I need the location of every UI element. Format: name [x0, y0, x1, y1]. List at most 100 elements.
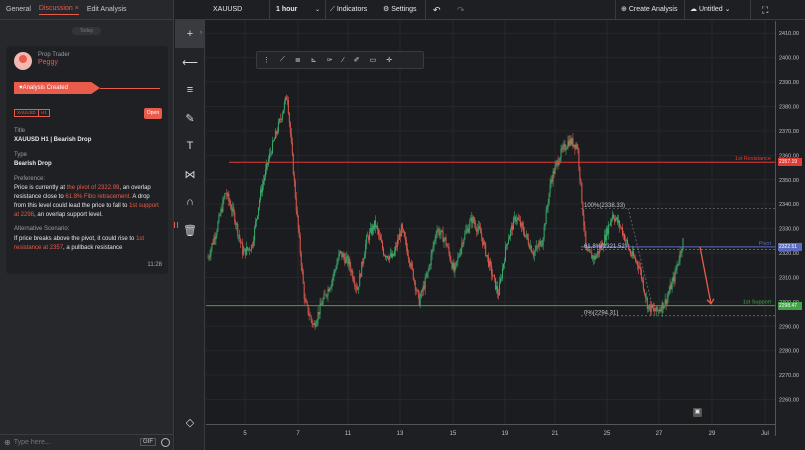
candle-body — [365, 243, 367, 254]
candle-body — [485, 243, 487, 256]
level-price-label: 2357.19 — [778, 158, 802, 167]
pattern-icon[interactable]: ⋈ — [175, 160, 205, 188]
candle-body — [318, 312, 320, 315]
marker-icon[interactable]: ✐ — [354, 56, 360, 64]
brush-icon[interactable]: ✎ — [175, 104, 205, 132]
candle-body — [406, 247, 408, 256]
line-icon[interactable]: ∕ — [343, 57, 344, 64]
candle-body — [339, 250, 341, 254]
author-name[interactable]: Peggy — [38, 59, 58, 66]
create-analysis-label: Create Analysis — [628, 6, 678, 13]
candle-body — [489, 261, 491, 267]
candle-body — [505, 244, 507, 247]
add-icon[interactable]: ⊕ — [4, 438, 11, 447]
text-icon[interactable]: T — [175, 132, 205, 160]
open-button[interactable]: Open — [144, 108, 162, 119]
trash-icon[interactable]: 🗑 — [175, 216, 205, 244]
chart-canvas[interactable]: 1st Resistance Pivot 1st Support 100%(2338.… — [206, 21, 775, 436]
candle-body — [433, 240, 435, 247]
candle-body — [550, 179, 552, 184]
horizontal-line-icon[interactable]: ⟵ — [175, 48, 205, 76]
price-tick: 2330.00 — [779, 227, 799, 233]
symbol-selector[interactable]: XAUUSD — [213, 0, 242, 20]
candle-body — [436, 230, 438, 236]
tab-general[interactable]: General — [6, 6, 31, 13]
candle-body — [617, 217, 619, 223]
tab-edit-analysis[interactable]: Edit Analysis — [87, 6, 127, 13]
candle-body — [435, 235, 437, 239]
candle-body — [337, 259, 339, 264]
candle-body — [277, 121, 279, 132]
candle-body — [440, 230, 442, 234]
candle-body — [577, 147, 579, 150]
create-analysis-button[interactable]: ⊕ Create Analysis — [621, 0, 677, 20]
candle-body — [431, 249, 433, 255]
candle-body — [312, 324, 314, 325]
preference-text-1: Price is currently at — [14, 185, 67, 191]
candle-body — [408, 258, 410, 264]
candle-body — [273, 138, 275, 141]
close-icon[interactable]: × — [75, 5, 79, 12]
undo-icon[interactable]: ↶ — [433, 0, 441, 20]
candle-body — [215, 235, 217, 240]
candle-body — [396, 239, 398, 248]
rectangle-icon[interactable]: ▭ — [370, 56, 377, 64]
move-icon[interactable]: ✛ — [386, 56, 392, 64]
candle-body — [542, 238, 544, 246]
candle-body — [488, 256, 490, 267]
candle-body — [280, 119, 282, 120]
interval-selector[interactable]: 1 hour — [276, 0, 297, 20]
candle-body — [622, 227, 624, 236]
candle-body — [490, 261, 492, 266]
message-input[interactable] — [13, 439, 124, 446]
pen-icon[interactable]: ✑ — [327, 56, 333, 64]
candle-body — [272, 140, 274, 142]
symbol-chip: XAUUSD — [14, 109, 39, 117]
trendline-icon[interactable]: ⟋ — [280, 56, 285, 64]
layout-menu[interactable]: ☁ Untitled ⌄ — [690, 0, 731, 20]
candle-body — [477, 228, 479, 232]
parallel-channel-icon[interactable]: ≡ — [175, 76, 205, 104]
indicators-button[interactable]: ⟋ Indicators — [330, 0, 367, 20]
candle-body — [450, 259, 452, 263]
emoji-icon[interactable] — [161, 438, 170, 447]
candle-body — [322, 299, 324, 305]
candle-body — [465, 230, 467, 233]
candle-body — [482, 237, 484, 245]
candle-body — [265, 169, 267, 178]
redo-icon[interactable]: ↷ — [457, 0, 465, 20]
timeframe-chip: H1 — [38, 109, 50, 117]
magnet-icon[interactable]: ∩ — [175, 188, 205, 216]
candle-body — [210, 248, 212, 256]
price-chart[interactable]: 1st Resistance Pivot 1st Support 100%(2338.… — [206, 21, 775, 436]
price-axis[interactable]: 2260.002270.002280.002290.002300.002310.… — [775, 21, 805, 436]
gif-button[interactable]: GIF — [140, 438, 156, 446]
candle-body — [463, 239, 465, 245]
chevron-down-icon[interactable]: ⌄ — [315, 0, 320, 20]
candle-body — [554, 165, 556, 174]
candle-body — [492, 274, 494, 277]
drag-handle-icon[interactable]: ⋮ — [263, 56, 270, 64]
layers-icon[interactable]: ◇ — [175, 408, 205, 436]
candle-body — [294, 180, 296, 198]
fullscreen-icon[interactable]: ⛶ — [762, 0, 768, 20]
candle-body — [284, 96, 286, 103]
candle-body — [478, 225, 480, 229]
replay-icon[interactable]: ▣ — [693, 408, 702, 417]
fib-label: 0%(2294.31) — [584, 310, 618, 316]
tab-discussion[interactable]: Discussion × — [38, 5, 79, 15]
candle-body — [609, 224, 611, 226]
candle-body — [637, 265, 639, 269]
panel-resize-handle[interactable] — [174, 222, 178, 228]
fib-icon[interactable]: ≣ — [295, 56, 301, 64]
candle-body — [270, 152, 272, 154]
ruler-icon[interactable]: ⊾ — [311, 56, 317, 64]
settings-button[interactable]: ⚙ Settings — [383, 0, 417, 20]
candle-body — [426, 272, 428, 277]
candle-body — [298, 228, 300, 236]
candle-body — [584, 225, 586, 231]
chevron-right-icon[interactable]: › — [200, 30, 202, 36]
time-axis[interactable]: 5 7 11 13 15 19 21 25 27 29 Jul — [206, 424, 775, 437]
candle-body — [374, 220, 376, 230]
candle-body — [420, 290, 422, 298]
